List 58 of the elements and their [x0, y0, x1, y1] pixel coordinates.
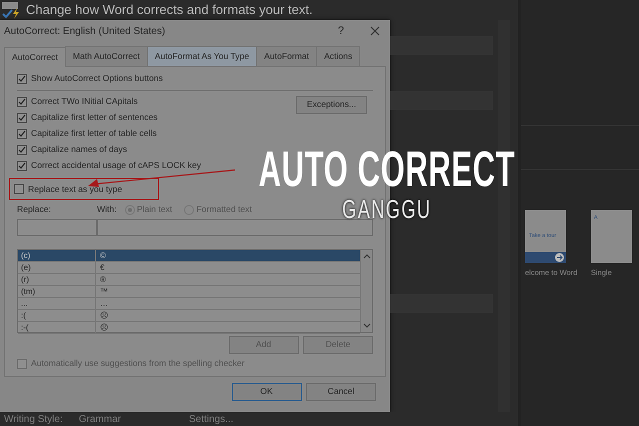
table-cell: (tm): [18, 286, 96, 298]
option-label: Replace text as you type: [28, 182, 122, 196]
field-label: With:: [97, 203, 117, 216]
option-label: Correct accidental usage of cAPS LOCK key: [31, 159, 202, 172]
thumbnail-banner: [525, 252, 566, 263]
selected-row[interactable]: (c) ©: [18, 250, 360, 262]
table-cell-text: …: [99, 298, 109, 310]
setting-label: Writing Style:: [4, 412, 63, 426]
table-cell: (c): [18, 250, 96, 262]
table-cell: :-(: [18, 322, 96, 334]
spelling-check-icon: [2, 0, 22, 20]
radio-label: Formatted text: [196, 203, 252, 216]
table-cell-text: ™: [99, 286, 109, 298]
table-cell-text: ☹: [99, 322, 109, 334]
checkbox[interactable]: [17, 96, 27, 107]
option-label: Capitalize first letter of sentences: [31, 111, 158, 124]
scroll-up-icon[interactable]: [362, 253, 370, 260]
radio-label: Plain text: [136, 203, 172, 216]
checkbox[interactable]: [14, 184, 24, 194]
dialog-tab[interactable]: Actions: [316, 46, 360, 66]
table-cell-text: ®: [99, 274, 107, 286]
radio-button[interactable]: [124, 204, 135, 215]
checkbox[interactable]: [17, 160, 27, 171]
table-cell-text: €: [99, 262, 106, 274]
table-cell: (e): [18, 262, 96, 274]
scroll-down-icon[interactable]: [362, 323, 370, 330]
dialog-tab[interactable]: AutoFormat As You Type: [146, 46, 258, 66]
checkbox[interactable]: [17, 112, 27, 123]
close-icon[interactable]: [370, 26, 380, 36]
table-cell: (r): [18, 274, 96, 286]
table-cell-text: ☹: [99, 310, 109, 322]
checkbox[interactable]: [17, 128, 27, 139]
table-cell: ...: [18, 298, 96, 310]
replace-field[interactable]: [17, 218, 97, 236]
option-label: Correct TWo INitial CApitals: [31, 95, 138, 108]
dialog-button[interactable]: Cancel: [306, 382, 376, 401]
checkbox[interactable]: [17, 144, 27, 155]
option-label: Capitalize names of days: [31, 143, 128, 156]
scrollbar[interactable]: [360, 250, 372, 332]
with-field[interactable]: [97, 218, 373, 236]
overlay-title: AUTO CORRECT: [258, 144, 516, 194]
header-description: Change how Word corrects and formats your text.: [26, 1, 313, 20]
help-button[interactable]: ?: [338, 22, 344, 40]
exceptions-button[interactable]: Exceptions...: [296, 96, 367, 114]
table-cell: :(: [18, 310, 96, 322]
dialog-tab[interactable]: AutoFormat: [256, 46, 318, 66]
style-dropdown[interactable]: Grammar: [78, 412, 121, 426]
dialog-title: AutoCorrect: English (United States): [4, 24, 166, 38]
dialog-tab[interactable]: Math AutoCorrect: [64, 46, 148, 66]
settings-button[interactable]: Settings...: [188, 412, 234, 426]
option-label: Show AutoCorrect Options buttons: [31, 72, 163, 86]
field-label: Replace:: [17, 203, 52, 216]
table-cell-text: ©: [99, 250, 107, 262]
disabled-option-label: Automatically use suggestions from the spelling checker: [31, 357, 245, 370]
option-label: Capitalize first letter of table cells: [31, 127, 157, 140]
dialog-tab[interactable]: AutoCorrect: [4, 47, 66, 67]
dialog-button[interactable]: OK: [232, 382, 302, 401]
checkbox[interactable]: [17, 74, 27, 84]
